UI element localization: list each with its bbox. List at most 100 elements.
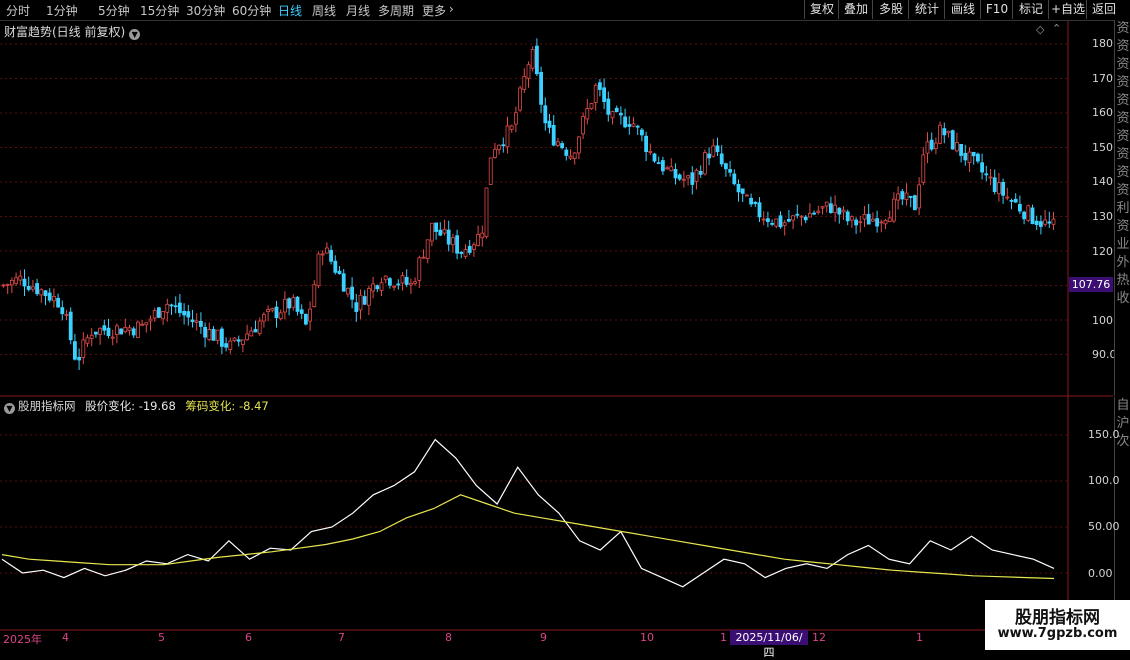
candle-body — [791, 215, 795, 221]
sidebar-tab-15[interactable]: 收 — [1115, 290, 1130, 308]
candle-body — [1047, 221, 1052, 224]
sidebar-tab-1[interactable]: 资 — [1115, 38, 1130, 56]
period-tab-6[interactable]: 日线 — [278, 2, 302, 19]
chevron-down-icon[interactable]: ▼ — [4, 403, 15, 414]
candle-body — [522, 76, 527, 90]
sidebar-tab-10[interactable]: 利 — [1115, 200, 1130, 218]
toolbar-button-0[interactable]: 复权 — [804, 0, 839, 19]
toolbar-button-6[interactable]: 标记 — [1012, 0, 1049, 19]
period-tab-9[interactable]: 多周期 — [378, 2, 414, 19]
candle-body — [505, 125, 510, 148]
candle-body — [135, 321, 140, 338]
candle-body — [1001, 181, 1005, 196]
period-tab-0[interactable]: 分时 — [6, 2, 30, 19]
sidebar-tab-2[interactable]: 资 — [1115, 56, 1130, 74]
candle-body — [215, 329, 220, 341]
candle-body — [564, 149, 569, 156]
candle-body — [5, 283, 10, 286]
toolbar-button-2[interactable]: 多股 — [872, 0, 909, 19]
candle-body — [463, 249, 468, 257]
candle-body — [938, 124, 942, 144]
period-tab-7[interactable]: 周线 — [312, 2, 336, 19]
candle-body — [89, 334, 94, 339]
candle-body — [862, 213, 867, 220]
candle-body — [417, 257, 422, 281]
sidebar-tab-6[interactable]: 资 — [1115, 128, 1130, 146]
candle-body — [480, 232, 485, 239]
toolbar-button-4[interactable]: 画线 — [944, 0, 981, 19]
chevron-right-icon[interactable]: › — [449, 2, 454, 16]
period-tab-4[interactable]: 30分钟 — [186, 2, 225, 19]
period-tab-8[interactable]: 月线 — [346, 2, 370, 19]
candle-body — [614, 107, 619, 113]
indicator-line1-label: 股价变化: — [85, 399, 136, 413]
sidebar-tab-3[interactable]: 资 — [1115, 74, 1130, 92]
candle-body — [501, 144, 506, 147]
candle-body — [375, 285, 380, 290]
sidebar-tab-12[interactable]: 业 — [1115, 236, 1130, 254]
candle-body — [698, 170, 703, 175]
candle-body — [610, 111, 615, 119]
candle-body — [371, 283, 376, 292]
toolbar-button-1[interactable]: 叠加 — [838, 0, 873, 19]
candle-body — [337, 270, 342, 275]
candle-body — [1030, 207, 1035, 224]
sidebar-tab-4[interactable]: 资 — [1115, 92, 1130, 110]
candle-body — [43, 290, 48, 297]
candle-body — [787, 219, 791, 222]
candle-body — [60, 307, 65, 315]
watermark-title: 股朋指标网 — [1015, 608, 1100, 628]
candle-body — [429, 222, 434, 242]
candle-body — [782, 222, 787, 226]
sidebar-tab-0[interactable]: 资 — [1115, 20, 1130, 38]
chevron-up-icon[interactable]: ⌃ — [1052, 22, 1061, 35]
sidebar-tab-14[interactable]: 热 — [1115, 272, 1130, 290]
sidebar-tab-5[interactable]: 资 — [1115, 110, 1130, 128]
toolbar-button-8[interactable]: 返回 — [1086, 0, 1121, 19]
period-tab-1[interactable]: 1分钟 — [46, 2, 78, 19]
period-tab-2[interactable]: 5分钟 — [98, 2, 130, 19]
candle-body — [425, 239, 430, 260]
candle-body — [354, 302, 359, 312]
candle-body — [593, 84, 598, 103]
candle-body — [992, 177, 997, 192]
indicator-lines — [1, 438, 1055, 588]
toolbar-button-3[interactable]: 统计 — [908, 0, 945, 19]
candle-body — [543, 105, 548, 124]
sidebar-tab-13[interactable]: 外 — [1115, 254, 1130, 272]
sidebar-tab-8[interactable]: 资 — [1115, 164, 1130, 182]
candle-body — [14, 277, 19, 284]
candle-body — [635, 125, 640, 128]
candle-body — [841, 209, 846, 213]
toolbar-button-7[interactable]: +自选 — [1048, 0, 1087, 19]
toolbar-button-5[interactable]: F10 — [980, 0, 1013, 19]
candle-body — [686, 175, 690, 179]
candle-body — [812, 212, 816, 215]
candle-body — [669, 166, 674, 172]
candle-body — [47, 292, 52, 301]
period-tab-10[interactable]: 更多 — [422, 2, 446, 19]
candle-body — [476, 233, 481, 246]
current-price-marker: 107.76 — [1069, 277, 1113, 292]
candle-body — [299, 309, 304, 314]
candle-body — [303, 313, 308, 325]
sidebar-tab-9[interactable]: 资 — [1115, 182, 1130, 200]
candle-body — [224, 343, 229, 348]
candle-body — [156, 307, 161, 318]
ind-y-tick-50: 50.00 — [1088, 520, 1120, 533]
ind-y-tick-100: 100.0 — [1088, 474, 1120, 487]
candle-body — [753, 201, 758, 204]
sidebar-tab-11[interactable]: 资 — [1115, 218, 1130, 236]
candle-body — [997, 182, 1001, 195]
candle-body — [1039, 221, 1043, 227]
diamond-icon[interactable]: ◇ — [1036, 23, 1044, 36]
ind-y-tick-0: 0.00 — [1088, 567, 1113, 580]
candle-body — [152, 310, 157, 319]
x-label-9: 12 — [812, 631, 826, 644]
period-tab-3[interactable]: 15分钟 — [140, 2, 179, 19]
sidebar-tab-0[interactable]: 自 — [1115, 397, 1130, 415]
sidebar-tab-7[interactable]: 资 — [1115, 146, 1130, 164]
candle-body — [530, 49, 535, 69]
chevron-down-icon[interactable]: ▼ — [129, 29, 141, 40]
period-tab-5[interactable]: 60分钟 — [232, 2, 271, 19]
